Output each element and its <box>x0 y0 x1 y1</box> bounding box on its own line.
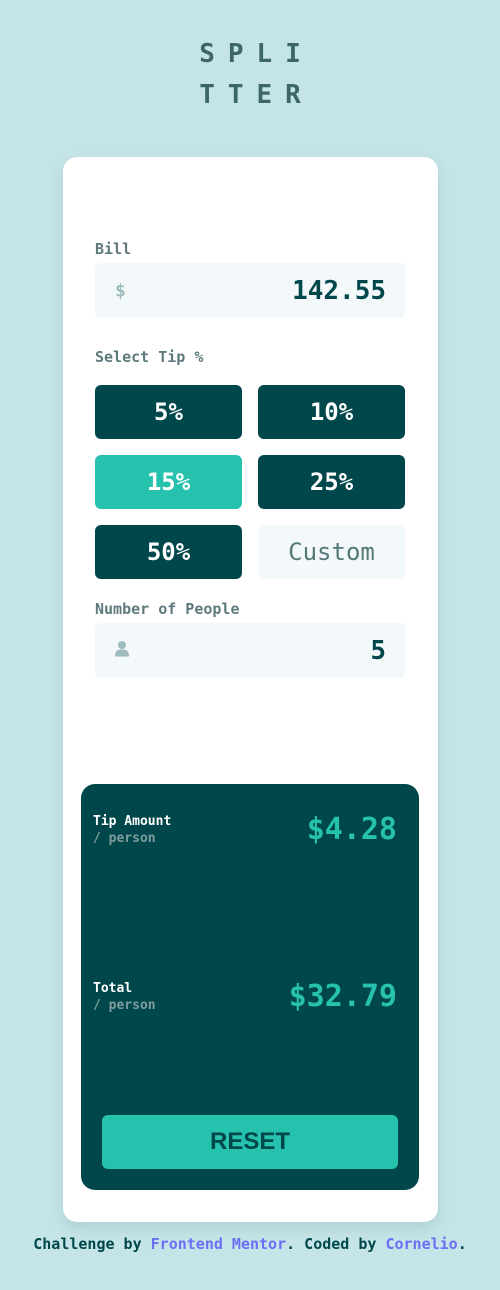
people-value: 5 <box>370 635 386 666</box>
reset-button[interactable]: RESET <box>102 1115 398 1169</box>
footer-prefix: Challenge by <box>33 1235 151 1253</box>
bill-value: 142.55 <box>292 275 386 306</box>
people-input[interactable]: 5 <box>95 623 406 678</box>
total-value: $32.79 <box>288 979 397 1014</box>
tip-amount-sub: / person <box>93 831 156 846</box>
total-label: Total <box>93 981 133 996</box>
tip-button-5[interactable]: 5% <box>95 385 242 439</box>
bill-input[interactable]: $ 142.55 <box>95 263 406 318</box>
person-icon <box>115 640 129 661</box>
attribution-footer: Challenge by Frontend Mentor. Coded by C… <box>30 1232 470 1256</box>
logo-line-2: TTER <box>199 80 314 110</box>
tip-amount-label: Tip Amount <box>93 814 172 829</box>
author-link[interactable]: Cornelio <box>385 1235 457 1253</box>
footer-suffix: . <box>457 1235 467 1253</box>
tip-button-10[interactable]: 10% <box>258 385 405 439</box>
select-tip-label: Select Tip % <box>95 348 204 366</box>
dollar-icon: $ <box>115 280 126 301</box>
results-panel: Tip Amount / person $4.28 Total / person… <box>81 784 419 1190</box>
tip-button-25[interactable]: 25% <box>258 455 405 509</box>
app-logo: SPLI TTER <box>0 34 500 116</box>
total-sub: / person <box>93 998 156 1013</box>
custom-tip-input[interactable]: Custom <box>258 525 405 579</box>
footer-middle: . Coded by <box>286 1235 386 1253</box>
tip-amount-value: $4.28 <box>306 812 397 847</box>
bill-label: Bill <box>95 240 132 258</box>
calculator-card: Bill $ 142.55 Select Tip % 5% 10% 15% 25… <box>63 157 438 1222</box>
frontend-mentor-link[interactable]: Frontend Mentor <box>151 1235 286 1253</box>
logo-line-1: SPLI <box>199 39 314 69</box>
tip-button-50[interactable]: 50% <box>95 525 242 579</box>
tip-button-15[interactable]: 15% <box>95 455 242 509</box>
people-label: Number of People <box>95 600 240 618</box>
